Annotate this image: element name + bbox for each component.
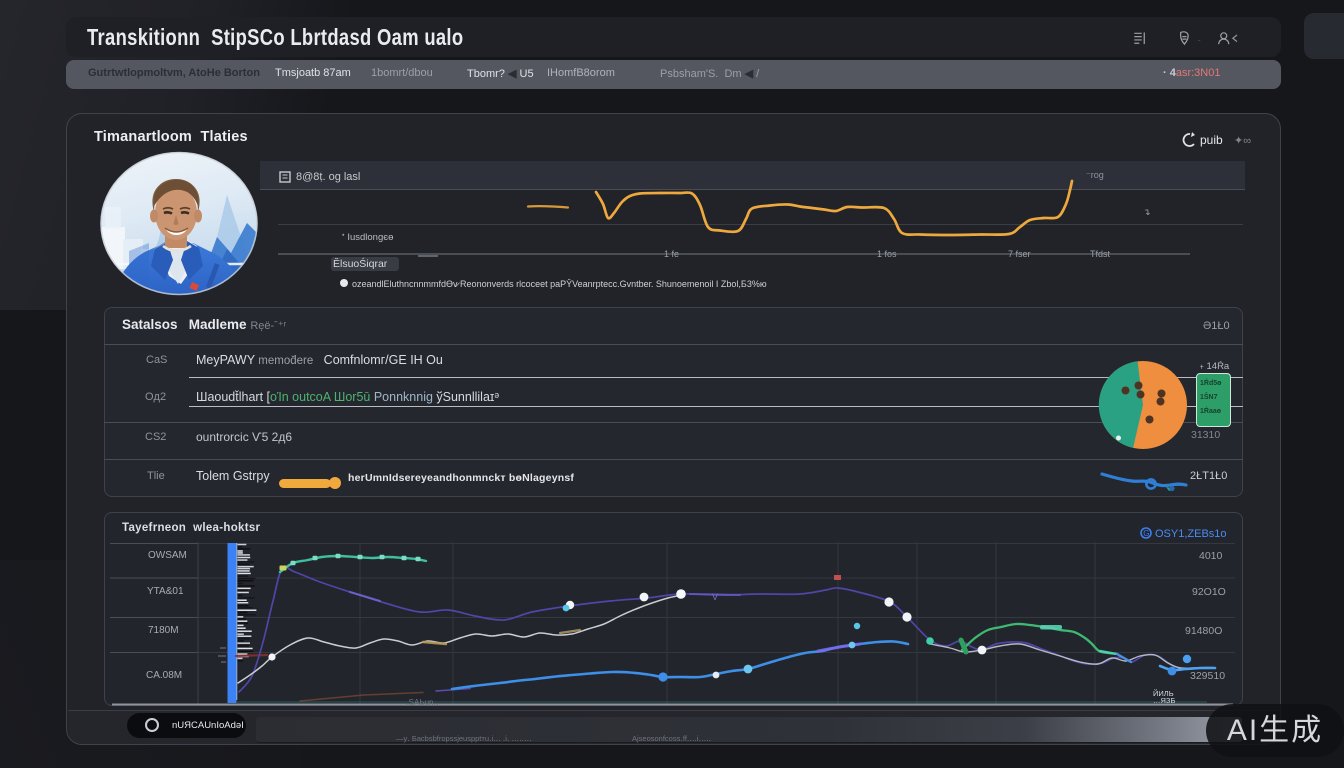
svg-text:V: V (712, 592, 718, 602)
svg-text:puib: puib (1200, 133, 1223, 147)
svg-text:..: .. (1198, 37, 1201, 43)
svg-text:✦∞: ✦∞ (1234, 135, 1251, 147)
